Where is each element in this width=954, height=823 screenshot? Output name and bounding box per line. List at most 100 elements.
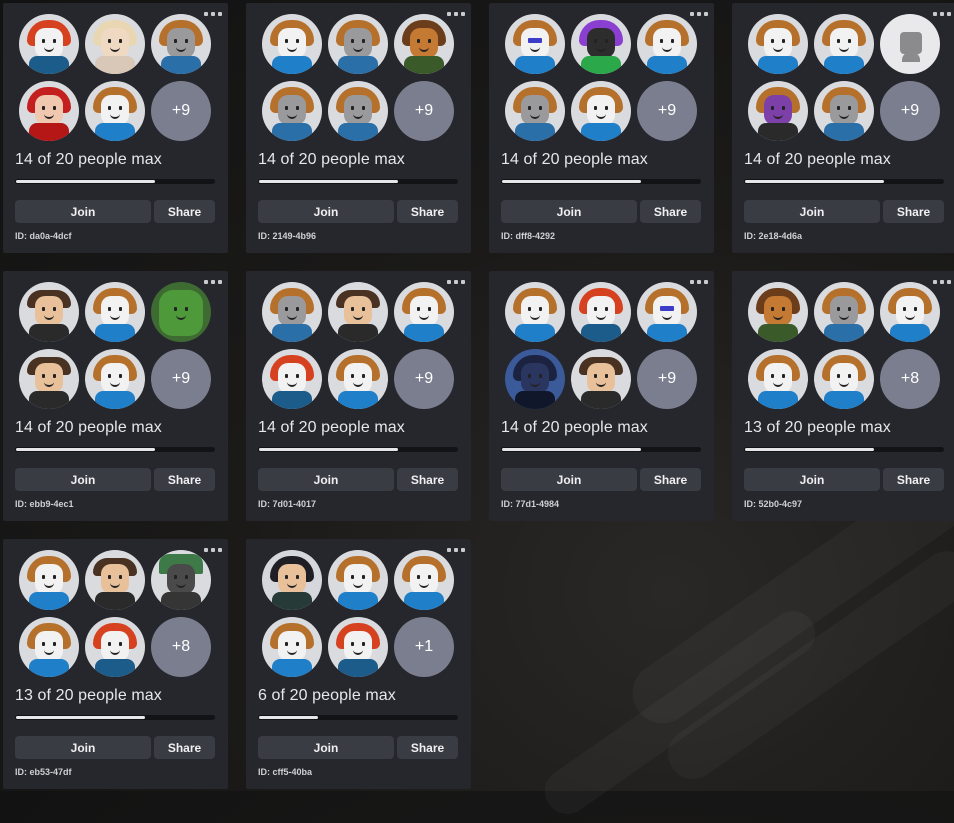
join-button[interactable]: Join: [15, 468, 151, 491]
player-avatars: +8: [748, 282, 945, 409]
player-avatar[interactable]: [394, 282, 454, 342]
player-avatar[interactable]: [571, 14, 631, 74]
join-button[interactable]: Join: [15, 736, 151, 759]
player-avatar[interactable]: [571, 282, 631, 342]
player-avatar[interactable]: [880, 14, 940, 74]
player-avatar[interactable]: [748, 282, 808, 342]
more-options-icon[interactable]: [445, 278, 467, 286]
player-avatar[interactable]: [505, 349, 565, 409]
player-avatar[interactable]: [262, 81, 322, 141]
player-avatar[interactable]: [394, 14, 454, 74]
player-avatar[interactable]: [814, 349, 874, 409]
player-avatar[interactable]: [328, 14, 388, 74]
more-players-badge[interactable]: +8: [151, 617, 211, 677]
more-players-badge[interactable]: +9: [394, 81, 454, 141]
player-avatar[interactable]: [85, 282, 145, 342]
share-button[interactable]: Share: [397, 736, 458, 759]
player-avatar[interactable]: [814, 14, 874, 74]
more-players-badge[interactable]: +9: [394, 349, 454, 409]
player-avatar[interactable]: [328, 349, 388, 409]
join-button[interactable]: Join: [258, 200, 394, 223]
join-button[interactable]: Join: [258, 736, 394, 759]
player-avatar[interactable]: [262, 14, 322, 74]
player-avatar[interactable]: [19, 617, 79, 677]
share-button[interactable]: Share: [640, 468, 701, 491]
more-players-badge[interactable]: +9: [637, 81, 697, 141]
join-button[interactable]: Join: [15, 200, 151, 223]
player-avatar[interactable]: [637, 14, 697, 74]
player-avatar[interactable]: [328, 81, 388, 141]
player-avatar[interactable]: [85, 349, 145, 409]
more-players-badge[interactable]: +9: [151, 349, 211, 409]
more-options-icon[interactable]: [931, 10, 953, 18]
more-players-badge[interactable]: +1: [394, 617, 454, 677]
more-players-badge[interactable]: +9: [880, 81, 940, 141]
player-avatar[interactable]: [328, 282, 388, 342]
player-avatar[interactable]: [19, 282, 79, 342]
more-players-badge[interactable]: +8: [880, 349, 940, 409]
player-avatar[interactable]: [505, 81, 565, 141]
player-avatar[interactable]: [394, 550, 454, 610]
share-button[interactable]: Share: [154, 736, 215, 759]
more-options-icon[interactable]: [445, 10, 467, 18]
share-button[interactable]: Share: [154, 468, 215, 491]
player-avatar[interactable]: [85, 550, 145, 610]
more-options-icon[interactable]: [445, 546, 467, 554]
player-avatar[interactable]: [262, 550, 322, 610]
player-avatar[interactable]: [19, 81, 79, 141]
player-avatar[interactable]: [571, 81, 631, 141]
more-options-icon[interactable]: [688, 10, 710, 18]
player-avatar[interactable]: [151, 14, 211, 74]
more-players-badge[interactable]: +9: [151, 81, 211, 141]
player-avatar[interactable]: [505, 14, 565, 74]
player-avatar[interactable]: [814, 81, 874, 141]
player-avatar[interactable]: [637, 282, 697, 342]
player-avatar[interactable]: [85, 81, 145, 141]
player-avatar[interactable]: [880, 282, 940, 342]
player-avatar[interactable]: [262, 617, 322, 677]
player-avatar[interactable]: [151, 550, 211, 610]
share-button[interactable]: Share: [397, 200, 458, 223]
capacity-bar: [258, 715, 458, 720]
more-options-icon[interactable]: [202, 546, 224, 554]
more-players-badge[interactable]: +9: [637, 349, 697, 409]
join-button[interactable]: Join: [744, 200, 880, 223]
card-actions: Join Share: [258, 468, 459, 491]
player-avatar[interactable]: [151, 282, 211, 342]
player-avatar[interactable]: [85, 617, 145, 677]
capacity-bar: [258, 179, 458, 184]
player-avatars: +8: [19, 550, 216, 677]
player-avatar[interactable]: [262, 349, 322, 409]
card-actions: Join Share: [15, 736, 216, 759]
join-button[interactable]: Join: [501, 200, 637, 223]
capacity-bar: [501, 447, 701, 452]
player-avatar[interactable]: [262, 282, 322, 342]
join-button[interactable]: Join: [258, 468, 394, 491]
player-avatar[interactable]: [19, 550, 79, 610]
more-options-icon[interactable]: [688, 278, 710, 286]
card-actions: Join Share: [501, 200, 702, 223]
more-options-icon[interactable]: [931, 278, 953, 286]
share-button[interactable]: Share: [640, 200, 701, 223]
player-avatar[interactable]: [748, 349, 808, 409]
share-button[interactable]: Share: [883, 468, 944, 491]
share-button[interactable]: Share: [883, 200, 944, 223]
player-avatar[interactable]: [748, 81, 808, 141]
join-button[interactable]: Join: [501, 468, 637, 491]
server-id: ID: 77d1-4984: [501, 499, 560, 509]
player-avatar[interactable]: [85, 14, 145, 74]
join-button[interactable]: Join: [744, 468, 880, 491]
player-avatar[interactable]: [19, 349, 79, 409]
server-card: +1 6 of 20 people max Join Share ID: cff…: [246, 539, 471, 789]
more-options-icon[interactable]: [202, 10, 224, 18]
player-avatar[interactable]: [328, 550, 388, 610]
player-avatar[interactable]: [328, 617, 388, 677]
share-button[interactable]: Share: [154, 200, 215, 223]
player-avatar[interactable]: [19, 14, 79, 74]
player-avatar[interactable]: [814, 282, 874, 342]
player-avatar[interactable]: [571, 349, 631, 409]
player-avatar[interactable]: [505, 282, 565, 342]
more-options-icon[interactable]: [202, 278, 224, 286]
share-button[interactable]: Share: [397, 468, 458, 491]
player-avatar[interactable]: [748, 14, 808, 74]
